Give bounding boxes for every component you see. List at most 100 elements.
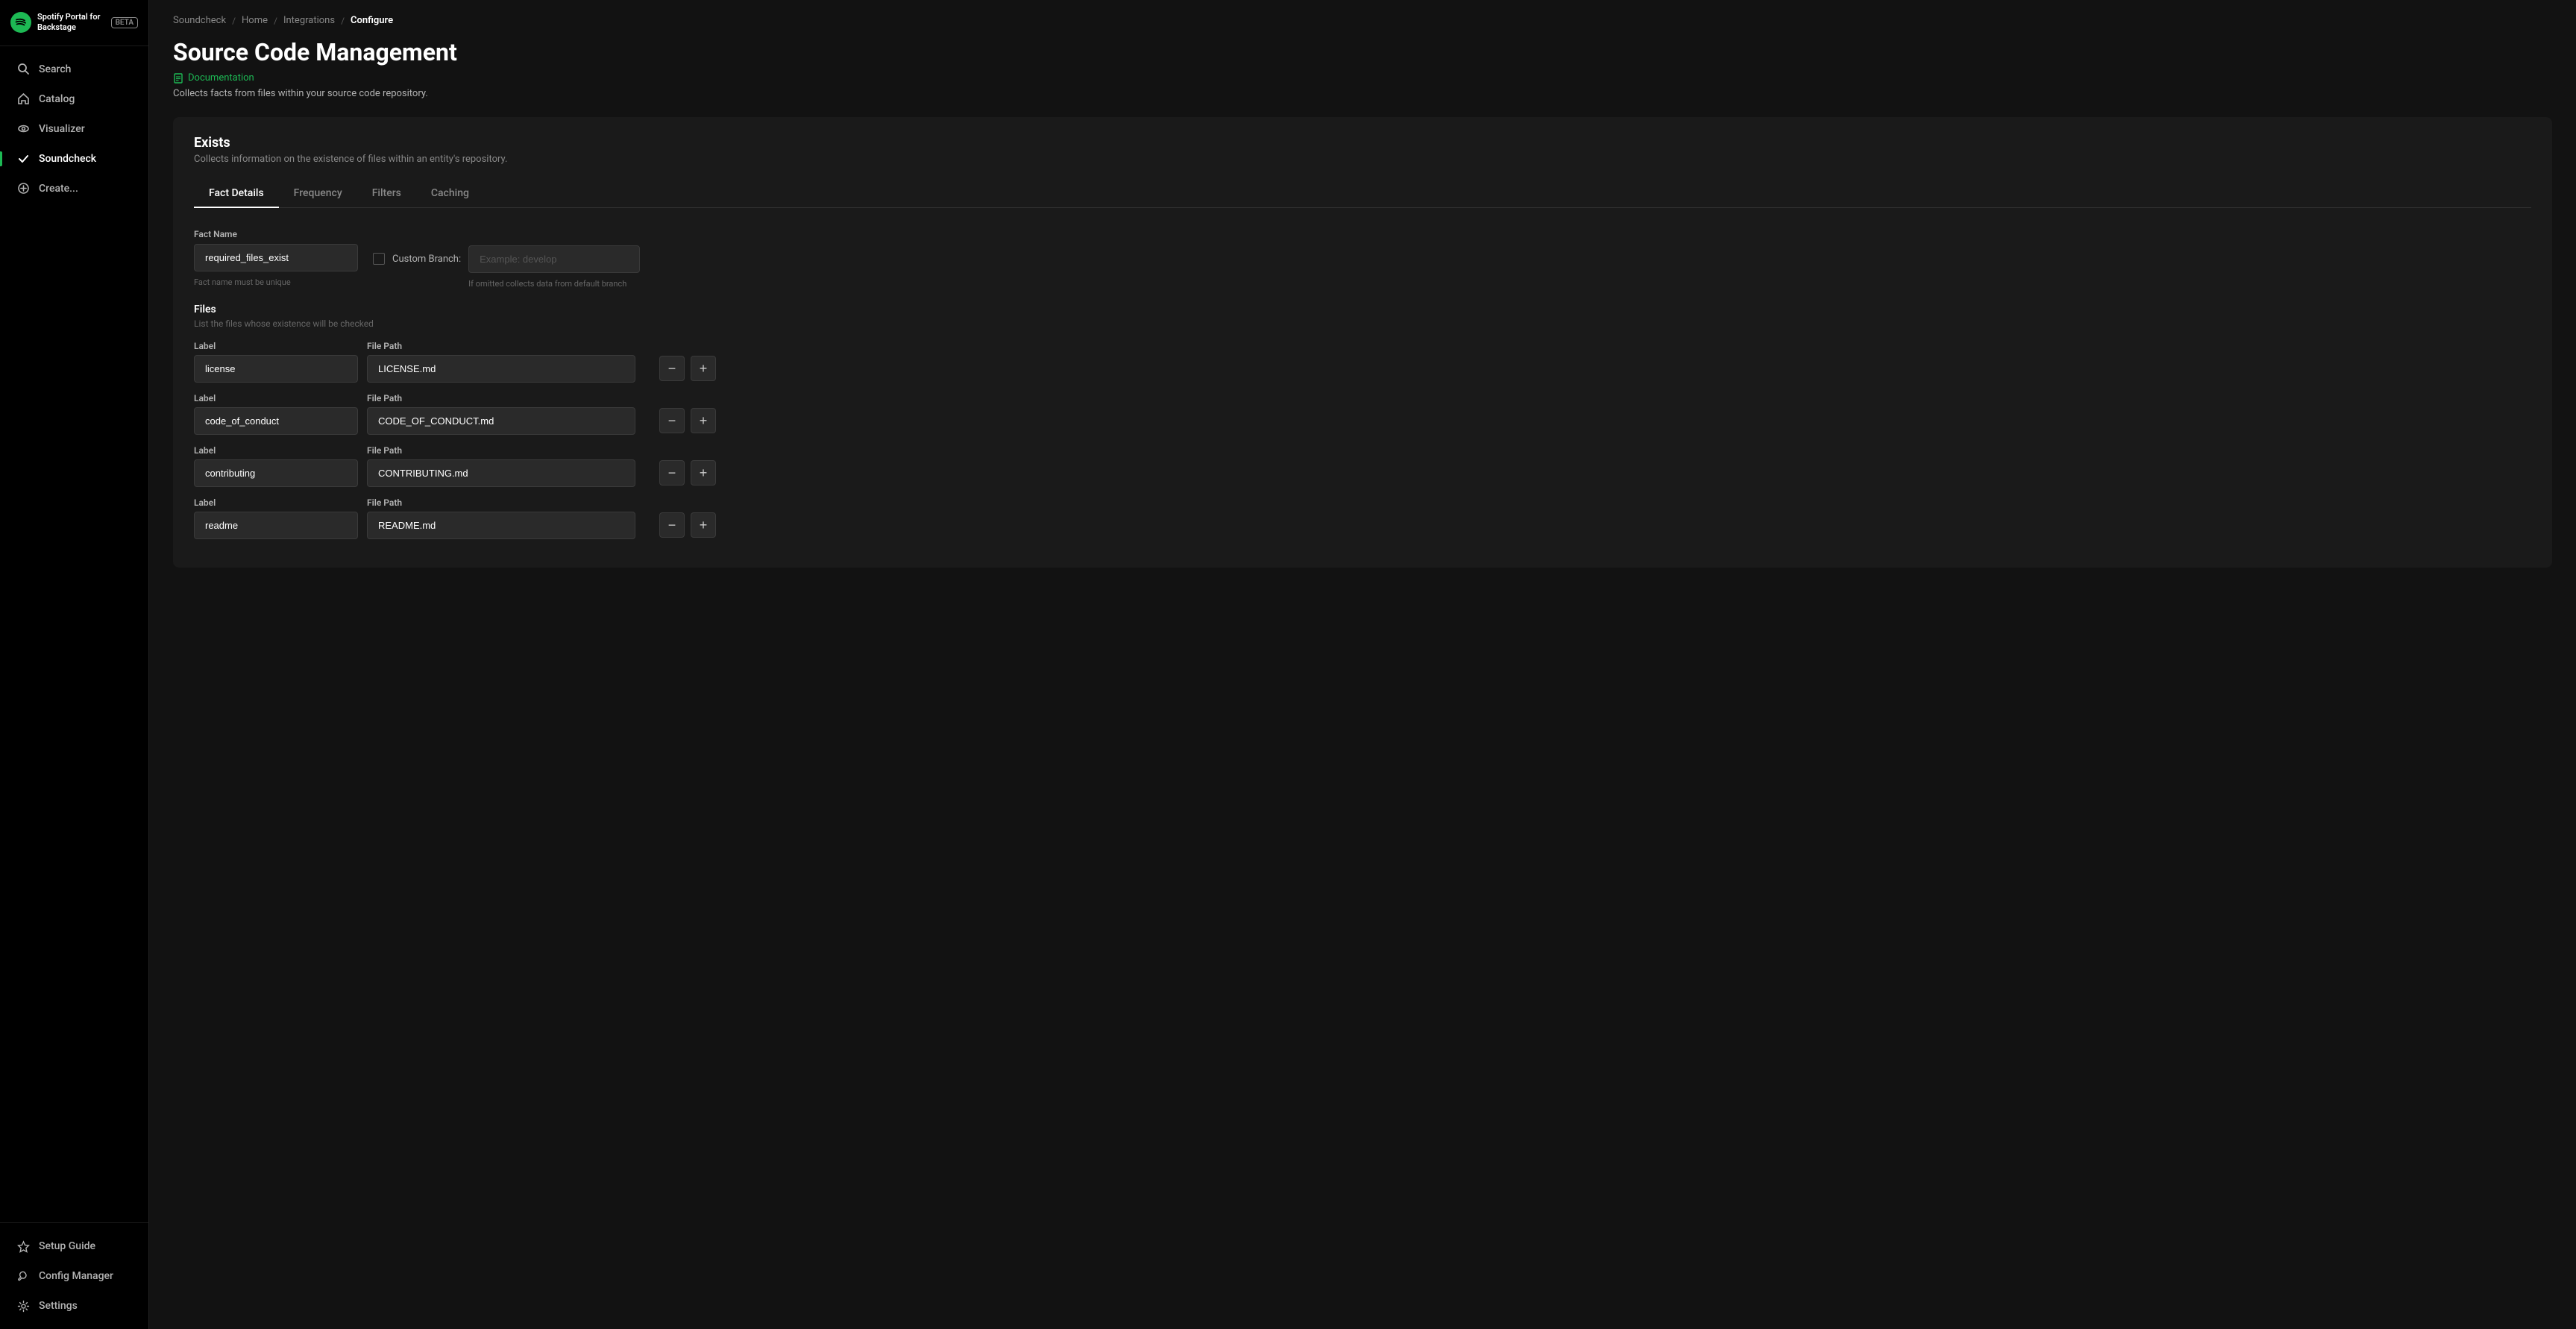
breadcrumb-integrations[interactable]: Integrations <box>283 15 335 26</box>
breadcrumb-home[interactable]: Home <box>242 15 268 26</box>
tab-caching[interactable]: Caching <box>416 180 484 208</box>
add-file-button-0[interactable]: + <box>691 356 716 381</box>
file-path-input-1[interactable] <box>367 407 635 435</box>
fact-name-group: Fact Name Fact name must be unique <box>194 229 358 287</box>
add-file-button-3[interactable]: + <box>691 512 716 538</box>
file-actions-0: − + <box>659 356 716 381</box>
fact-name-row: Fact Name Fact name must be unique Custo… <box>194 229 2531 289</box>
sidebar-item-label: Config Manager <box>39 1270 113 1282</box>
label-col-header: Label <box>194 445 358 456</box>
files-subtitle: List the files whose existence will be c… <box>194 318 2531 329</box>
tabs: Fact Details Frequency Filters Caching <box>194 180 2531 208</box>
file-path-input-0[interactable] <box>367 355 635 383</box>
wrench-icon <box>16 1269 30 1283</box>
docs-label[interactable]: Documentation <box>188 72 254 84</box>
sidebar-bottom: Setup Guide Config Manager Settings <box>0 1222 148 1329</box>
main-content: Soundcheck / Home / Integrations / Confi… <box>149 0 2576 1329</box>
label-group-1: Label <box>194 393 358 435</box>
file-path-input-3[interactable] <box>367 512 635 539</box>
remove-file-button-1[interactable]: − <box>659 408 685 433</box>
tab-fact-details[interactable]: Fact Details <box>194 180 279 208</box>
sidebar-item-label: Settings <box>39 1300 78 1312</box>
plus-circle-icon <box>16 182 30 195</box>
remove-file-button-2[interactable]: − <box>659 460 685 486</box>
file-row: Label File Path − + <box>194 445 2531 487</box>
sidebar-item-create[interactable]: Create... <box>4 175 144 203</box>
breadcrumb-soundcheck[interactable]: Soundcheck <box>173 15 226 26</box>
file-actions-1: − + <box>659 408 716 433</box>
path-col-header: File Path <box>367 497 650 508</box>
custom-branch-input[interactable] <box>468 245 640 273</box>
custom-branch-checkbox-row: Custom Branch: <box>373 253 461 265</box>
eye-icon <box>16 122 30 136</box>
beta-badge: BETA <box>111 17 138 28</box>
label-group-3: Label <box>194 497 358 539</box>
search-icon <box>16 63 30 76</box>
files-title: Files <box>194 304 2531 315</box>
path-col-header: File Path <box>367 445 650 456</box>
breadcrumb: Soundcheck / Home / Integrations / Confi… <box>149 0 2576 32</box>
custom-branch-checkbox[interactable] <box>373 253 385 265</box>
tab-filters[interactable]: Filters <box>357 180 416 208</box>
custom-branch-label[interactable]: Custom Branch: <box>392 254 461 265</box>
files-section: Files List the files whose existence wil… <box>194 304 2531 539</box>
section-title: Exists <box>194 135 2531 151</box>
docs-link[interactable]: Documentation <box>173 72 2552 84</box>
label-group-0: Label <box>194 341 358 383</box>
sidebar-item-visualizer[interactable]: Visualizer <box>4 115 144 143</box>
sidebar-item-soundcheck[interactable]: Soundcheck <box>4 145 144 173</box>
breadcrumb-configure[interactable]: Configure <box>351 15 393 26</box>
checkmark-icon <box>16 152 30 166</box>
sidebar-item-label: Create... <box>39 183 78 195</box>
home-icon <box>16 92 30 106</box>
page-title: Source Code Management <box>173 38 2552 66</box>
sidebar-item-label: Catalog <box>39 93 75 105</box>
label-col-header: Label <box>194 497 358 508</box>
sidebar-item-search[interactable]: Search <box>4 55 144 84</box>
sidebar-item-config-manager[interactable]: Config Manager <box>4 1262 144 1290</box>
sidebar-nav: Search Catalog Visualizer Soundcheck Cre… <box>0 46 148 1222</box>
add-file-button-1[interactable]: + <box>691 408 716 433</box>
sidebar-item-catalog[interactable]: Catalog <box>4 85 144 113</box>
docs-icon <box>173 73 183 84</box>
sidebar-item-setup-guide[interactable]: Setup Guide <box>4 1232 144 1260</box>
custom-branch-input-group: If omitted collects data from default br… <box>468 245 640 289</box>
file-actions-3: − + <box>659 512 716 538</box>
remove-file-button-3[interactable]: − <box>659 512 685 538</box>
sidebar-item-label: Search <box>39 63 71 75</box>
path-group-2: File Path <box>367 445 650 487</box>
path-col-header: File Path <box>367 393 650 403</box>
path-col-header: File Path <box>367 341 650 351</box>
fact-name-hint: Fact name must be unique <box>194 277 358 287</box>
path-group-3: File Path <box>367 497 650 539</box>
star-icon <box>16 1240 30 1253</box>
sidebar: Spotify Portal for Backstage BETA Search… <box>0 0 149 1329</box>
file-label-input-2[interactable] <box>194 459 358 487</box>
breadcrumb-sep-3: / <box>341 16 345 26</box>
add-file-button-2[interactable]: + <box>691 460 716 486</box>
sidebar-item-settings[interactable]: Settings <box>4 1292 144 1320</box>
path-group-0: File Path <box>367 341 650 383</box>
file-row: Label File Path − + <box>194 497 2531 539</box>
custom-branch-hint: If omitted collects data from default br… <box>468 279 640 289</box>
page-description: Collects facts from files within your so… <box>173 88 2552 99</box>
file-label-input-0[interactable] <box>194 355 358 383</box>
custom-branch-row: Custom Branch: If omitted collects data … <box>373 245 640 289</box>
file-row: Label File Path − + <box>194 341 2531 383</box>
sidebar-item-label: Soundcheck <box>39 153 96 165</box>
fact-name-label: Fact Name <box>194 229 358 239</box>
tab-frequency[interactable]: Frequency <box>279 180 357 208</box>
remove-file-button-0[interactable]: − <box>659 356 685 381</box>
file-path-input-2[interactable] <box>367 459 635 487</box>
label-col-header: Label <box>194 393 358 403</box>
sidebar-item-label: Visualizer <box>39 123 85 135</box>
breadcrumb-sep-1: / <box>232 16 236 26</box>
fact-name-input[interactable] <box>194 244 358 271</box>
label-group-2: Label <box>194 445 358 487</box>
file-label-input-3[interactable] <box>194 512 358 539</box>
file-actions-2: − + <box>659 460 716 486</box>
gear-icon <box>16 1299 30 1313</box>
file-label-input-1[interactable] <box>194 407 358 435</box>
logo-text: Spotify Portal for Backstage <box>37 12 101 34</box>
content-card: Exists Collects information on the exist… <box>173 117 2552 568</box>
